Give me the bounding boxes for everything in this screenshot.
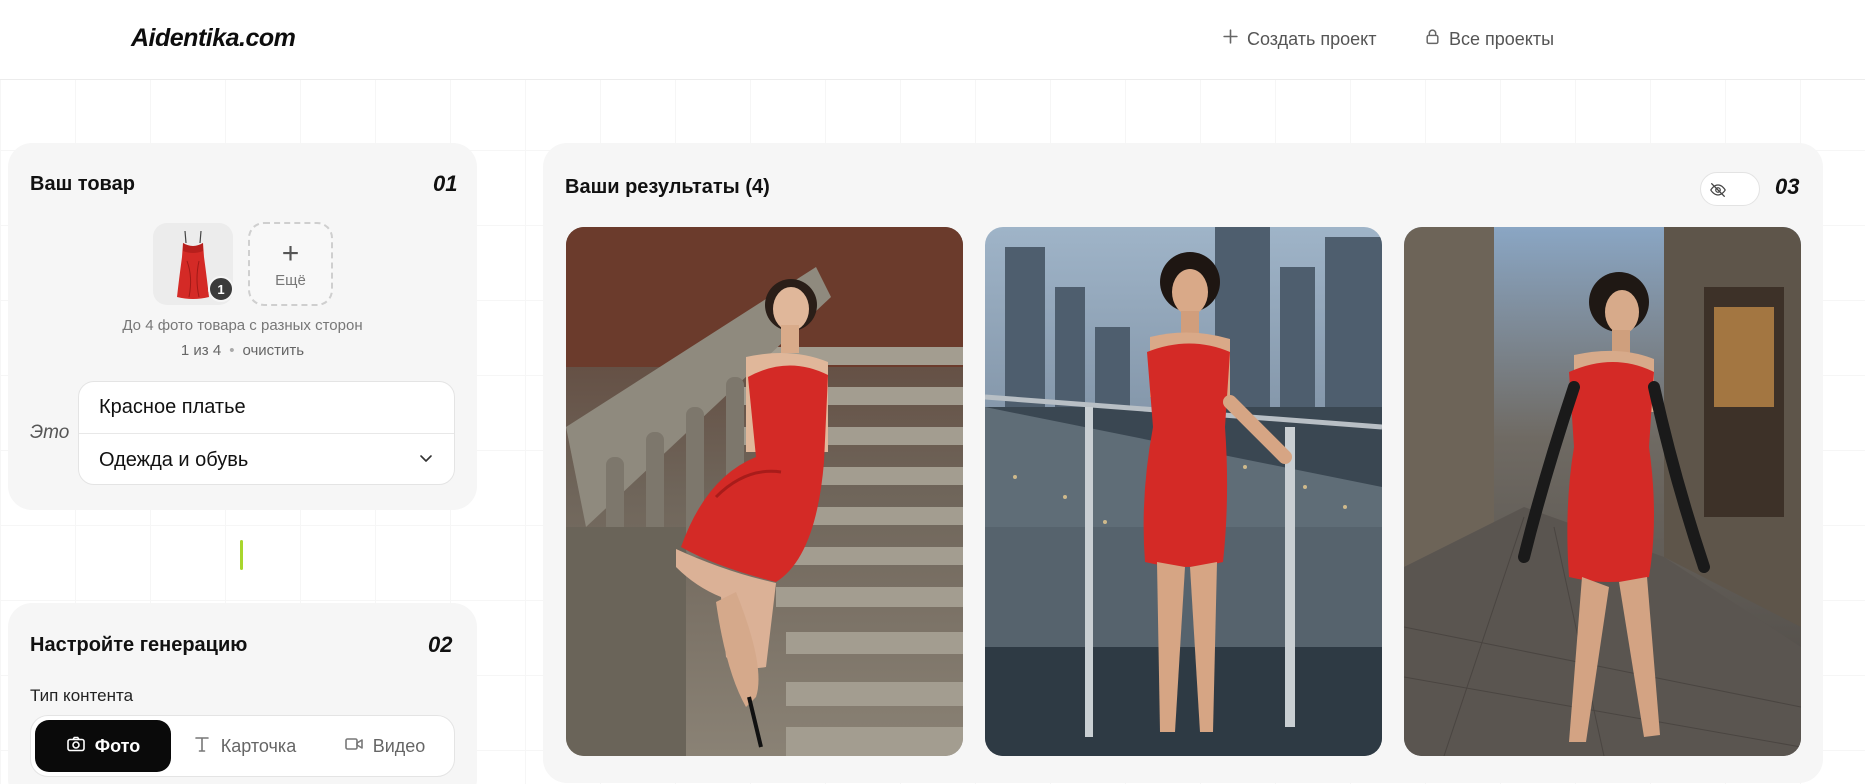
content-type-video-label: Видео <box>372 735 426 756</box>
product-info-box: Одежда и обувь <box>78 381 455 485</box>
results-title: Ваши результаты (4) <box>565 176 770 198</box>
video-icon <box>344 734 364 759</box>
chevron-down-icon <box>418 449 434 472</box>
category-select[interactable]: Одежда и обувь <box>79 434 454 486</box>
settings-card: Настройте генерацию 02 Тип контента Фото… <box>8 603 477 784</box>
product-name-input[interactable] <box>79 382 454 434</box>
photo-counter-row: 1 из 4 • очистить <box>8 342 477 359</box>
settings-step-number: 02 <box>428 632 453 657</box>
photo-count-badge: 1 <box>208 276 234 302</box>
result-image-2[interactable] <box>985 227 1382 756</box>
content-type-card-label: Карточка <box>220 735 297 756</box>
content-type-selector: Фото Карточка Видео <box>30 715 455 777</box>
create-project-link[interactable]: Создать проект <box>1222 28 1377 50</box>
logo[interactable]: Aidentika.com <box>131 24 296 53</box>
results-step-number: 03 <box>1775 174 1800 199</box>
this-label: Это <box>30 422 70 443</box>
photo-counter: 1 из 4 <box>180 342 222 359</box>
lock-icon <box>1424 28 1441 50</box>
create-project-label: Создать проект <box>1247 28 1377 49</box>
content-type-photo-label: Фото <box>94 735 141 756</box>
product-title: Ваш товар <box>30 173 135 195</box>
photo-hint: До 4 фото товара с разных сторон <box>122 317 363 334</box>
results-card: Ваши результаты (4) 03 <box>543 143 1823 783</box>
content-type-photo-button[interactable]: Фото <box>35 720 171 772</box>
add-photo-button[interactable]: + Ещё <box>248 222 333 306</box>
settings-title: Настройте генерацию <box>30 634 248 656</box>
camera-icon <box>66 734 86 759</box>
plus-icon <box>1222 28 1239 50</box>
category-value: Одежда и обувь <box>99 448 249 471</box>
result-image-1[interactable] <box>566 227 963 756</box>
plus-icon: + <box>281 236 300 270</box>
result-image-3[interactable] <box>1404 227 1801 756</box>
add-photo-label: Ещё <box>275 271 306 289</box>
separator-dot: • <box>229 342 235 359</box>
content-type-video-button[interactable]: Видео <box>317 720 452 772</box>
visibility-toggle[interactable] <box>1700 172 1760 206</box>
clear-photos-link[interactable]: очистить <box>242 342 304 359</box>
top-header: Aidentika.com Создать проект Все проекты <box>0 0 1865 80</box>
product-step-number: 01 <box>433 171 458 196</box>
content-type-label: Тип контента <box>30 686 134 705</box>
text-icon <box>192 734 212 759</box>
all-projects-label: Все проекты <box>1449 28 1555 49</box>
step-connector <box>240 540 243 570</box>
product-card: Ваш товар 01 1 + Ещё До 4 фото товара с … <box>8 143 477 510</box>
content-type-card-button[interactable]: Карточка <box>174 720 314 772</box>
all-projects-link[interactable]: Все проекты <box>1424 28 1554 50</box>
